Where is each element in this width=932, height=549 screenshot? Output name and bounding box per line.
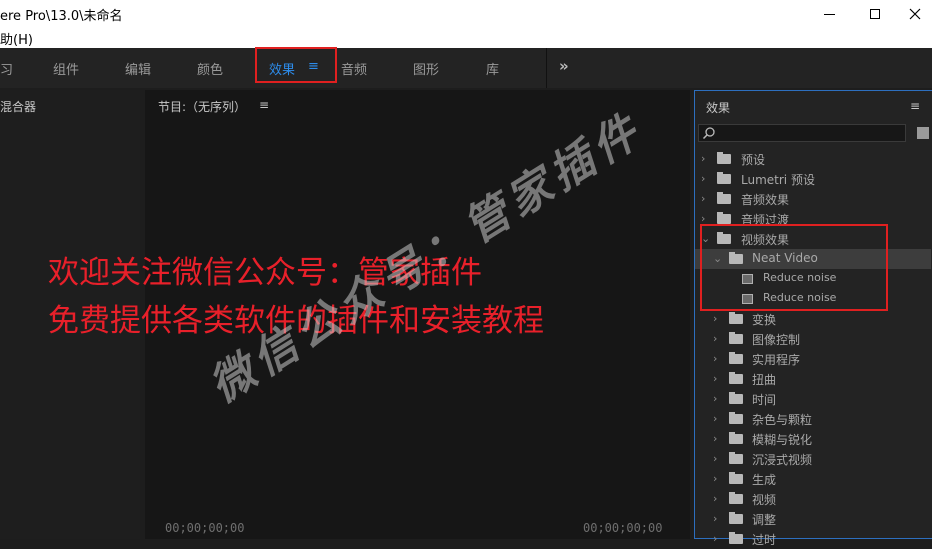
menubar: 助(H): [0, 28, 932, 48]
chevron-right-icon[interactable]: ›: [701, 172, 705, 185]
panel-title-effects[interactable]: 效果: [706, 99, 730, 116]
folder-icon: [729, 332, 743, 344]
tree-item[interactable]: › 变换: [695, 309, 931, 329]
divider: [546, 48, 547, 88]
folder-icon: [729, 412, 743, 424]
chevron-right-icon[interactable]: ›: [713, 352, 717, 365]
tab-editing[interactable]: 编辑: [125, 59, 151, 78]
tree-item-label: 预设: [741, 153, 766, 167]
chevron-right-icon[interactable]: ›: [713, 312, 717, 325]
chevron-right-icon[interactable]: ›: [713, 472, 717, 485]
folder-icon: [729, 452, 743, 464]
folder-icon: [717, 192, 731, 204]
tree-item-label: 沉浸式视频: [752, 453, 813, 467]
tree-item[interactable]: › 时间: [695, 389, 931, 409]
chevron-right-icon[interactable]: ›: [713, 412, 717, 425]
tree-item[interactable]: › 模糊与锐化: [695, 429, 931, 449]
more-workspaces-icon[interactable]: »: [559, 57, 569, 75]
minimize-button[interactable]: [806, 0, 852, 28]
tab-assembly[interactable]: 组件: [53, 59, 79, 78]
chevron-right-icon[interactable]: ›: [713, 372, 717, 385]
tree-item-label: 模糊与锐化: [752, 433, 813, 447]
panel-title-mixer[interactable]: 混合器: [0, 98, 36, 115]
chevron-right-icon[interactable]: ›: [701, 152, 705, 165]
tree-item-label: 过时: [752, 533, 777, 547]
chevron-right-icon[interactable]: ›: [713, 492, 717, 505]
highlight-box-effects-tab: [255, 47, 337, 83]
tree-item-label: 实用程序: [752, 353, 801, 367]
chevron-right-icon[interactable]: ›: [713, 512, 717, 525]
tree-item-label: 时间: [752, 393, 777, 407]
tree-item[interactable]: › 图像控制: [695, 329, 931, 349]
tree-item[interactable]: › 过时: [695, 529, 931, 549]
timecode-current[interactable]: 00;00;00;00: [165, 521, 244, 535]
workspace-bar: 习 组件 编辑 颜色 效果 ≡ 音频 图形 库 »: [0, 48, 932, 88]
folder-icon: [729, 432, 743, 444]
tree-item-label: 生成: [752, 473, 777, 487]
tab-libraries[interactable]: 库: [486, 59, 499, 78]
tab-color[interactable]: 颜色: [197, 59, 223, 78]
chevron-right-icon[interactable]: ›: [713, 392, 717, 405]
highlight-box-neat-video: [700, 224, 888, 311]
tree-item[interactable]: › 音频效果: [695, 189, 931, 209]
window-title: ere Pro\13.0\未命名: [0, 9, 123, 24]
tree-item[interactable]: › 杂色与颗粒: [695, 409, 931, 429]
window-titlebar: ere Pro\13.0\未命名: [0, 0, 932, 28]
chevron-right-icon[interactable]: ›: [701, 192, 705, 205]
search-icon: [702, 127, 715, 140]
tree-item[interactable]: › Lumetri 预设: [695, 169, 931, 189]
tab-graphics[interactable]: 图形: [413, 59, 439, 78]
chevron-right-icon[interactable]: ›: [713, 432, 717, 445]
folder-icon: [729, 312, 743, 324]
effects-panel-menu-icon[interactable]: ≡: [910, 99, 920, 113]
effects-search-input[interactable]: [698, 124, 906, 142]
tree-item[interactable]: › 实用程序: [695, 349, 931, 369]
close-icon: [909, 8, 921, 20]
panel-title-program[interactable]: 节目:（无序列）: [158, 98, 246, 115]
new-bin-icon[interactable]: [917, 127, 929, 139]
chevron-right-icon[interactable]: ›: [713, 332, 717, 345]
tree-item-label: 图像控制: [752, 333, 801, 347]
preset-folder-icon: [717, 152, 731, 164]
tree-item-label: 杂色与颗粒: [752, 413, 813, 427]
folder-icon: [729, 352, 743, 364]
close-button[interactable]: [898, 0, 932, 28]
tree-item[interactable]: › 扭曲: [695, 369, 931, 389]
timecode-duration: 00;00;00;00: [583, 521, 663, 535]
folder-icon: [729, 532, 743, 544]
tree-item[interactable]: › 视频: [695, 489, 931, 509]
tree-item-label: 变换: [752, 313, 777, 327]
preset-folder-icon: [717, 172, 731, 184]
folder-icon: [729, 512, 743, 524]
tab-learn[interactable]: 习: [0, 59, 13, 78]
folder-icon: [717, 212, 731, 224]
program-panel-menu-icon[interactable]: ≡: [259, 98, 269, 112]
tree-item[interactable]: › 调整: [695, 509, 931, 529]
tree-item-label: Lumetri 预设: [741, 173, 815, 187]
tree-item[interactable]: › 预设: [695, 149, 931, 169]
tree-item[interactable]: › 沉浸式视频: [695, 449, 931, 469]
maximize-icon: [870, 9, 880, 19]
tab-audio[interactable]: 音频: [341, 59, 367, 78]
tree-item-label: 音频效果: [741, 193, 790, 207]
folder-icon: [729, 392, 743, 404]
tree-item-label: 扭曲: [752, 373, 777, 387]
chevron-right-icon[interactable]: ›: [713, 452, 717, 465]
folder-icon: [729, 472, 743, 484]
folder-icon: [729, 372, 743, 384]
tree-item[interactable]: › 生成: [695, 469, 931, 489]
minimize-icon: [823, 13, 835, 15]
effects-panel: 效果 ≡ › 预设 › Lumetri 预设 › 音频效果 › 音频过渡 ⌄ 视频效果 ⌄ Neat …: [694, 90, 932, 547]
tree-item-label: 调整: [752, 513, 777, 527]
maximize-button[interactable]: [852, 0, 898, 28]
tree-item-label: 视频: [752, 493, 777, 507]
menu-help[interactable]: 助(H): [0, 29, 33, 48]
folder-icon: [729, 492, 743, 504]
